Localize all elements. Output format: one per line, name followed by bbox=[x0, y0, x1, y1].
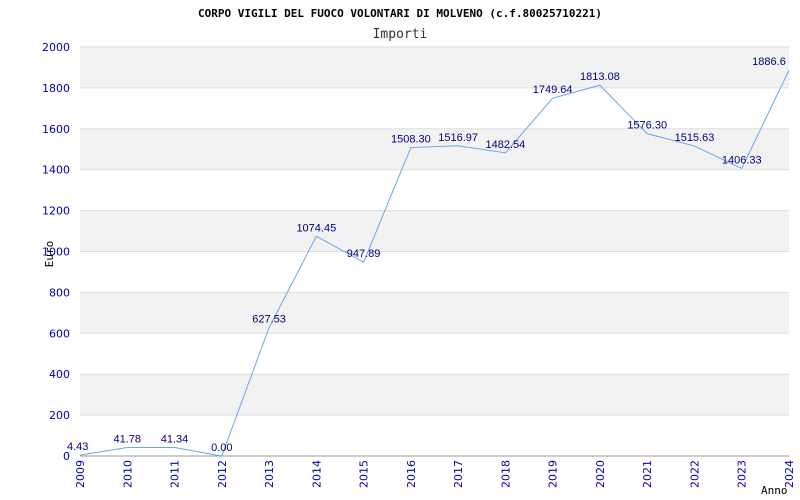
y-tick-label: 1600 bbox=[42, 123, 70, 136]
x-tick-label: 2023 bbox=[736, 460, 749, 488]
plot-band bbox=[80, 169, 789, 211]
data-label: 1886.6 bbox=[752, 56, 786, 68]
data-label: 947.89 bbox=[347, 248, 381, 260]
plot-band bbox=[80, 47, 789, 88]
x-tick-label: 2014 bbox=[310, 460, 323, 488]
x-tick-label: 2022 bbox=[688, 460, 701, 488]
y-tick-label: 600 bbox=[49, 327, 70, 340]
plot-band bbox=[80, 292, 789, 334]
y-tick-label: 800 bbox=[49, 286, 70, 299]
data-label: 1515.63 bbox=[675, 132, 715, 144]
plot-band bbox=[80, 210, 789, 252]
data-label: 4.43 bbox=[67, 441, 88, 453]
x-tick-label: 2020 bbox=[594, 460, 607, 488]
chart-subtitle: Importi bbox=[373, 27, 428, 42]
y-tick-label: 1800 bbox=[42, 82, 70, 95]
x-tick-label: 2009 bbox=[74, 460, 87, 488]
x-tick-label: 2012 bbox=[216, 460, 229, 488]
data-label: 1482.54 bbox=[486, 139, 526, 151]
data-label: 41.78 bbox=[114, 433, 142, 445]
x-tick-label: 2017 bbox=[452, 460, 465, 488]
data-label: 1749.64 bbox=[533, 84, 573, 96]
plot-band bbox=[80, 251, 789, 293]
x-tick-label: 2016 bbox=[405, 460, 418, 488]
chart: 0200400600800100012001400160018002000 20… bbox=[42, 7, 796, 497]
x-tick-label: 2015 bbox=[358, 460, 371, 488]
data-label: 1508.30 bbox=[391, 134, 431, 146]
y-tick-label: 1200 bbox=[42, 205, 70, 218]
plot-band bbox=[80, 333, 789, 375]
data-label: 1406.33 bbox=[722, 154, 762, 166]
y-tick-label: 200 bbox=[49, 409, 70, 422]
data-label: 1516.97 bbox=[438, 132, 478, 144]
data-label: 627.53 bbox=[252, 314, 286, 326]
x-tick-label: 2019 bbox=[547, 460, 560, 488]
data-label: 1576.30 bbox=[627, 120, 667, 132]
y-tick-label: 2000 bbox=[42, 41, 70, 54]
x-tick-labels: 2009 2010 2011 2012 2013 2014 2015 2016 2017 2018… bbox=[74, 460, 796, 488]
data-label: 41.34 bbox=[161, 434, 189, 446]
chart-title: CORPO VIGILI DEL FUOCO VOLONTARI DI MOLV… bbox=[198, 7, 602, 20]
y-tick-label: 1400 bbox=[42, 164, 70, 177]
data-label: 1074.45 bbox=[296, 222, 336, 234]
y-tick-label: 400 bbox=[49, 368, 70, 381]
x-tick-label: 2018 bbox=[499, 460, 512, 488]
data-label: 1813.08 bbox=[580, 71, 620, 83]
x-tick-label: 2011 bbox=[169, 460, 182, 488]
data-label: 0.00 bbox=[211, 442, 232, 454]
x-tick-label: 2013 bbox=[263, 460, 276, 488]
plot-band bbox=[80, 87, 789, 129]
plot-band bbox=[80, 374, 789, 416]
x-axis-label: Anno bbox=[761, 484, 788, 497]
x-tick-label: 2010 bbox=[121, 460, 134, 488]
x-tick-label: 2021 bbox=[641, 460, 654, 488]
y-axis-label: Euro bbox=[43, 241, 56, 268]
